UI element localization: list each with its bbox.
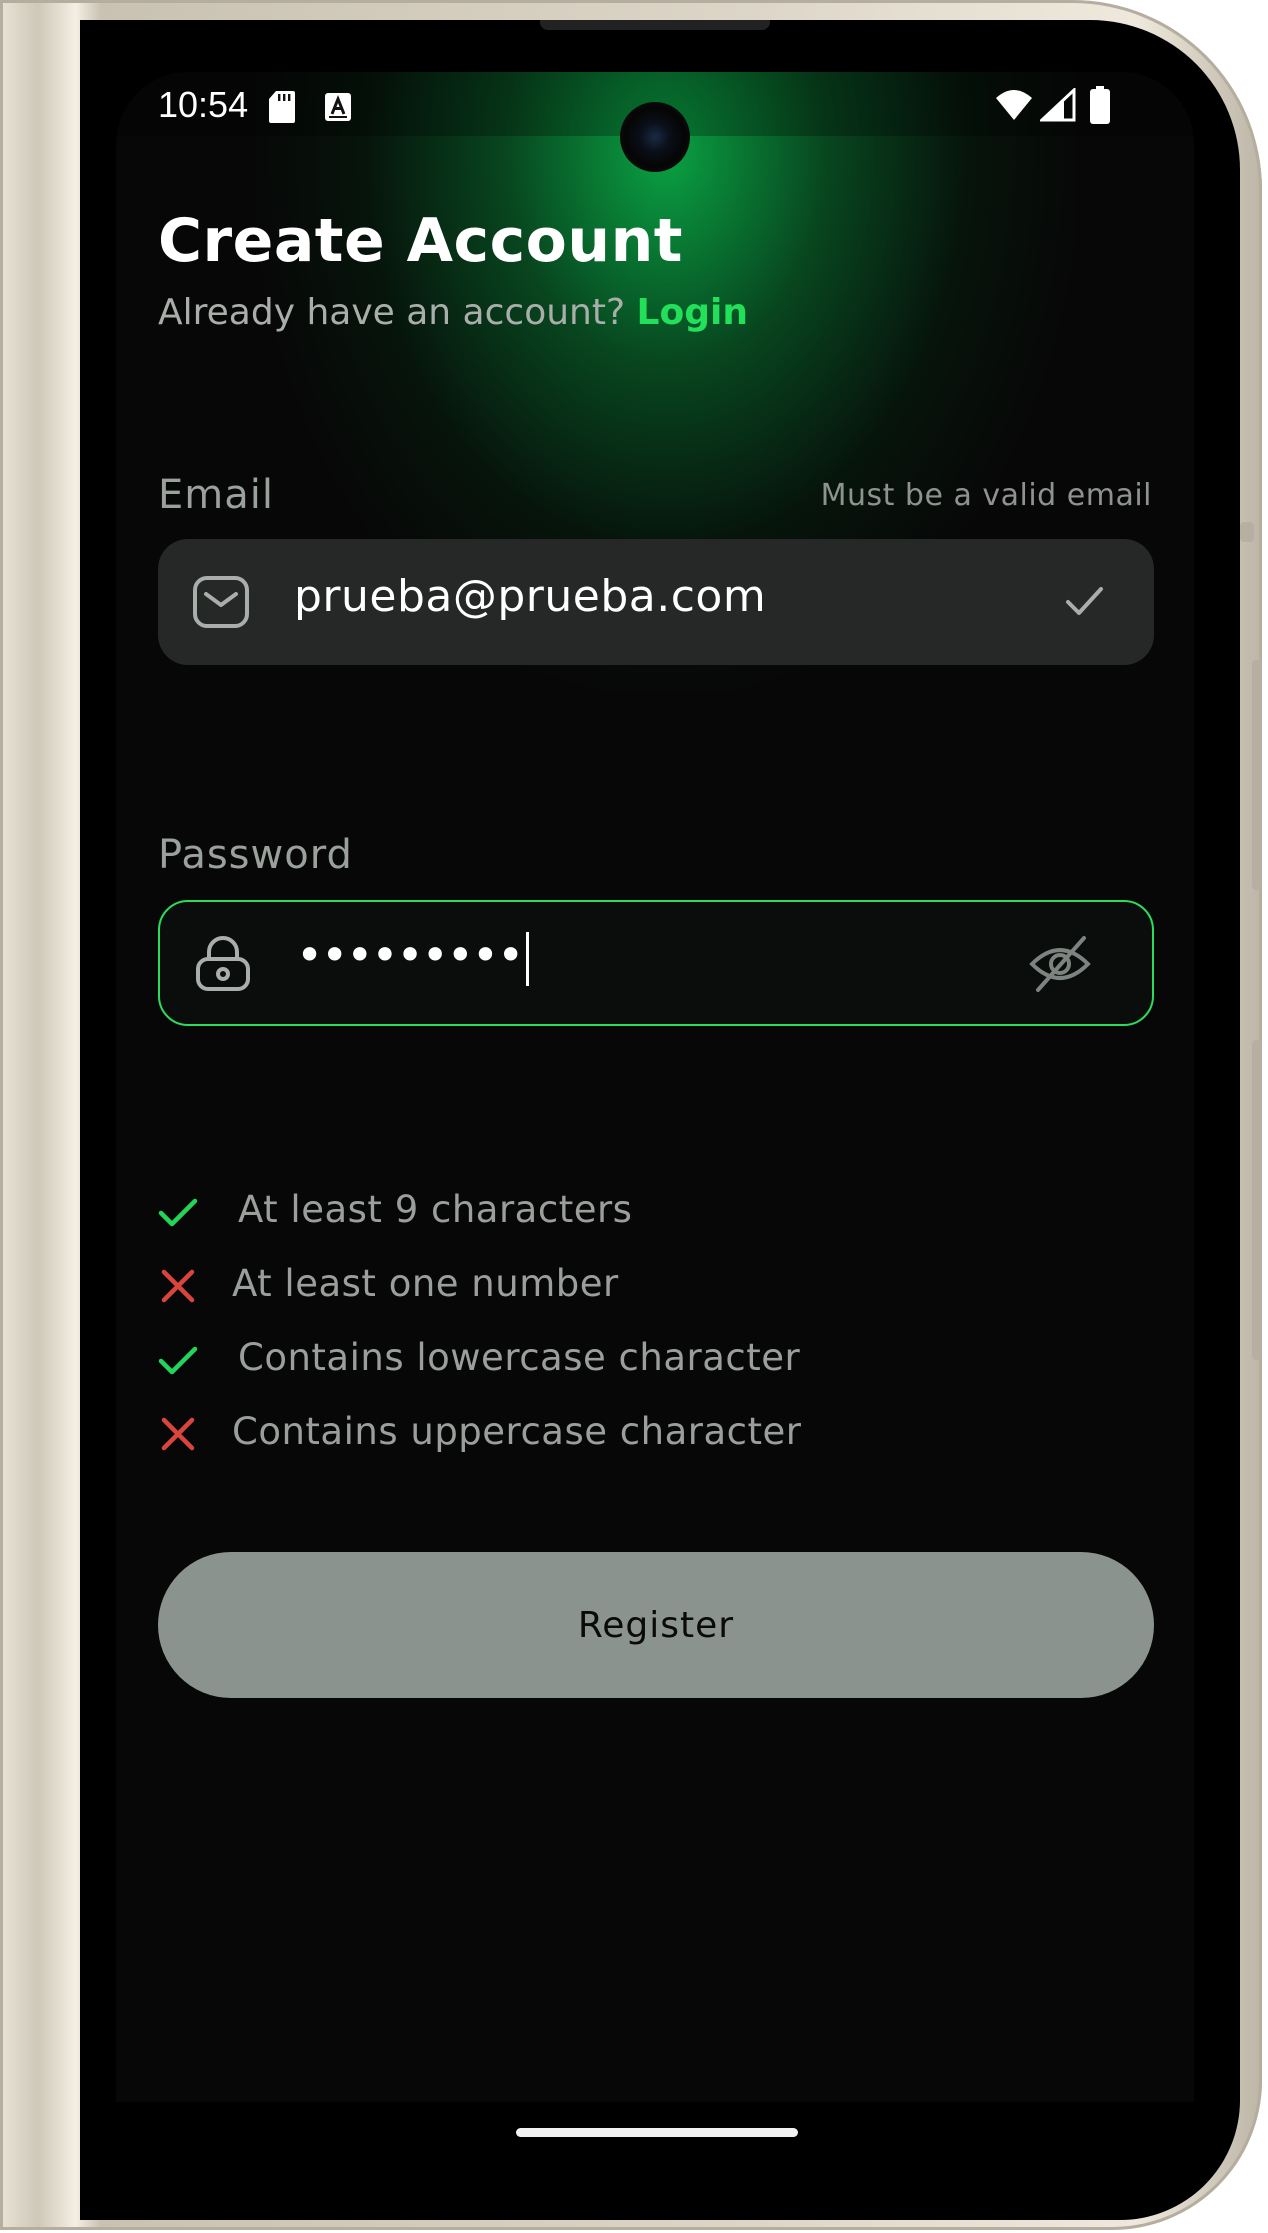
email-hint: Must be a valid email	[820, 478, 1152, 513]
signal-icon	[1040, 88, 1076, 122]
password-masked: •••••••••	[296, 928, 524, 982]
cross-icon	[161, 1269, 195, 1303]
wifi-icon	[996, 90, 1032, 120]
status-time: 10:54	[158, 84, 249, 125]
device-power-button	[1252, 1040, 1262, 1360]
password-label: Password	[158, 832, 353, 878]
lock-icon	[196, 936, 250, 991]
register-button[interactable]: Register	[158, 1552, 1154, 1698]
rule-text: At least one number	[232, 1262, 619, 1305]
check-icon	[158, 1346, 198, 1375]
check-icon	[1066, 587, 1103, 615]
cross-icon	[161, 1417, 195, 1451]
device-volume-button	[1252, 660, 1262, 890]
device-side-button	[1240, 522, 1254, 542]
mail-icon	[193, 576, 249, 628]
app-screen: 10:54 Create Account Already have an acc…	[116, 72, 1194, 2102]
device-top-edge	[540, 20, 770, 30]
email-value: prueba@prueba.com	[294, 571, 767, 622]
text-caret	[526, 931, 530, 986]
font-a-icon	[325, 93, 351, 121]
check-icon	[158, 1198, 198, 1227]
rule-text: Contains uppercase character	[232, 1410, 802, 1453]
login-prompt-text: Already have an account?	[158, 292, 626, 333]
page-title: Create Account	[158, 206, 683, 276]
login-prompt: Already have an account? Login	[158, 292, 748, 333]
rule-text: Contains lowercase character	[238, 1336, 801, 1379]
front-camera	[620, 102, 690, 172]
home-indicator[interactable]	[516, 2128, 798, 2137]
battery-icon	[1090, 86, 1110, 124]
eye-off-icon[interactable]	[1028, 932, 1092, 996]
sd-card-icon	[269, 91, 295, 123]
password-value: •••••••••	[296, 928, 530, 986]
password-field[interactable]: •••••••••	[158, 900, 1154, 1026]
email-label: Email	[158, 472, 274, 518]
rule-text: At least 9 characters	[238, 1188, 633, 1231]
email-field[interactable]: prueba@prueba.com	[158, 539, 1154, 665]
login-link[interactable]: Login	[637, 292, 748, 333]
status-bar: 10:54	[116, 72, 1194, 172]
